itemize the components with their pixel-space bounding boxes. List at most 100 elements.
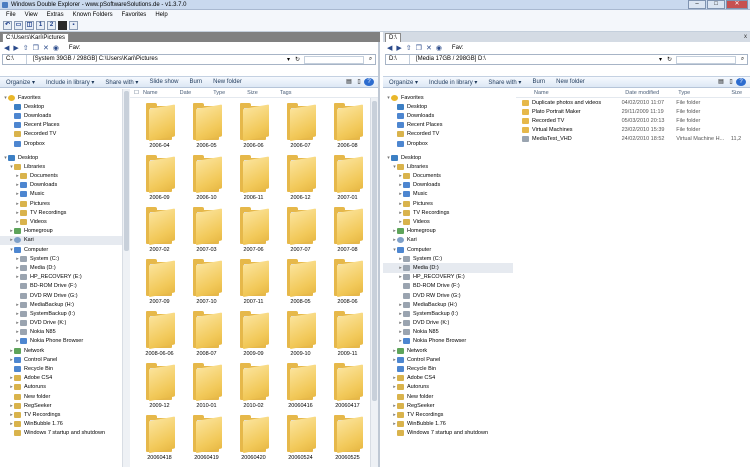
menu-view[interactable]: View [25,12,38,18]
folder-tile[interactable]: 2009-12 [136,361,183,413]
folder-tile[interactable]: 2006-08 [324,101,371,153]
nav-item-homegroup[interactable]: ▸ Homegroup [0,227,128,236]
folder-tile[interactable]: 2007-06 [230,205,277,257]
nav-item-autoruns[interactable]: ▸ Autoruns [383,383,513,392]
nav-item-dropbox[interactable]: Dropbox [0,139,128,148]
column-type[interactable]: Type [678,90,731,96]
nav-item-dvd-rw-drive-g-[interactable]: DVD RW Drive (G:) [0,291,128,300]
nav-item-tv-recordings[interactable]: ▸ TV Recordings [383,410,513,419]
folder-tile[interactable]: 2010-02 [230,361,277,413]
up-icon[interactable]: ⇧ [406,44,412,52]
nav-item-kari[interactable]: ▸ Kari [0,235,128,245]
nav-item-hp-recovery-e-[interactable]: ▸ HP_RECOVERY (E:) [0,273,128,282]
folder-tile[interactable]: 2008-05 [277,257,324,309]
organize-button[interactable]: Organize ▾ [389,79,418,86]
nav-item-windows-7-startup-and-shutdown[interactable]: Windows 7 startup and shutdown [0,429,128,438]
layout-single-icon[interactable]: ▭ [14,21,23,30]
nav-item-recycle-bin[interactable]: Recycle Bin [383,364,513,373]
refresh-icon[interactable]: ↻ [293,56,302,63]
column-date[interactable]: Date [180,90,192,96]
folder-tile[interactable]: 2006-05 [183,101,230,153]
nav-item-dvd-drive-k-[interactable]: ▸ DVD Drive (K:) [0,319,128,328]
console-icon[interactable] [58,21,67,30]
nav-item-systembackup-i-[interactable]: ▸ SystemBackup (I:) [0,309,128,318]
nav-item-libraries[interactable]: ▾ Libraries [0,162,128,171]
nav-item-downloads[interactable]: ▸ Downloads [383,181,513,190]
nav-item-nokia-n85[interactable]: ▸ Nokia N85 [383,328,513,337]
nav-item-desktop[interactable]: ▾ Desktop [383,153,513,162]
folder-tile[interactable]: 2007-03 [183,205,230,257]
pane-2-button[interactable]: 2 [47,21,56,30]
help-icon[interactable]: ? [364,78,374,86]
folder-tile[interactable]: 2008-07 [183,309,230,361]
nav-item-hp-recovery-e-[interactable]: ▸ HP_RECOVERY (E:) [383,273,513,282]
nav-item-desktop[interactable]: Desktop [0,102,128,111]
column-name[interactable]: Name [143,90,158,96]
minimize-button[interactable]: – [688,0,706,9]
nav-item-autoruns[interactable]: ▸ Autoruns [0,383,128,392]
folder-tile[interactable]: 20060420 [230,413,277,465]
share-with-button[interactable]: Share with ▾ [488,79,521,86]
nav-item-desktop[interactable]: Desktop [383,102,513,111]
nav-item-nokia-phone-browser[interactable]: ▸ Nokia Phone Browser [0,337,128,346]
folder-tile[interactable]: 2006-09 [136,153,183,205]
left-nav-scrollbar[interactable] [122,89,130,467]
folder-tile[interactable]: 2008-06 [324,257,371,309]
nav-item-media-d-[interactable]: ▸ Media (D:) [0,263,128,272]
help-icon[interactable]: ? [736,78,746,86]
views-icon[interactable]: ▤ [344,78,354,86]
column-type[interactable]: Type [213,90,225,96]
nav-item-downloads[interactable]: ▸ Downloads [0,181,128,190]
left-address-bar[interactable]: C:\ [System 39GB / 298GB] C:\Users\Kari\… [2,54,376,65]
folder-tile[interactable]: 2009-09 [230,309,277,361]
nav-item-favorites[interactable]: ▾ Favorites [383,93,513,102]
back-icon[interactable]: ◀ [4,44,9,52]
nav-item-nokia-phone-browser[interactable]: ▸ Nokia Phone Browser [383,337,513,346]
column-date-modified[interactable]: Date modified [625,90,678,96]
nav-item-bd-rom-drive-f-[interactable]: BD-ROM Drive (F:) [383,282,513,291]
nav-item-network[interactable]: ▸ Network [383,346,513,355]
nav-item-tv-recordings[interactable]: ▸ TV Recordings [0,208,128,217]
close-tab-icon[interactable]: x [744,33,747,41]
nav-item-network[interactable]: ▸ Network [0,346,128,355]
menu-favorites[interactable]: Favorites [122,12,147,18]
folder-tile[interactable]: 20060525 [324,413,371,465]
nav-item-windows-7-startup-and-shutdown[interactable]: Windows 7 startup and shutdown [383,429,513,438]
nav-item-kari[interactable]: ▸ Kari [383,236,513,245]
nav-item-downloads[interactable]: Downloads [383,111,513,120]
folder-tile[interactable]: 20060419 [183,413,230,465]
menu-file[interactable]: File [6,12,16,18]
folder-tile[interactable]: 20060524 [277,413,324,465]
drive-selector[interactable]: D:\ [386,55,410,64]
delete-icon[interactable]: ✕ [43,44,49,52]
nav-item-videos[interactable]: ▸ Videos [0,217,128,226]
nav-item-new-folder[interactable]: New folder [383,392,513,401]
favorites-label[interactable]: Fav: [69,45,81,51]
nav-item-new-folder[interactable]: New folder [0,392,128,401]
nav-item-recent-places[interactable]: Recent Places [383,121,513,130]
search-input[interactable] [676,55,736,64]
address-path[interactable]: [Media 17GB / 298GB] D:\ [410,55,656,64]
undo-icon[interactable]: ↶ [3,21,12,30]
nav-item-computer[interactable]: ▾ Computer [383,245,513,254]
nav-item-systembackup-i-[interactable]: ▸ SystemBackup (I:) [383,309,513,318]
include-in-library-button[interactable]: Include in library ▾ [46,79,94,86]
maximize-button[interactable]: □ [707,0,725,9]
nav-item-downloads[interactable]: Downloads [0,111,128,120]
folder-tile[interactable]: 2007-01 [324,153,371,205]
nav-item-tv-recordings[interactable]: ▸ TV Recordings [383,208,513,217]
folder-tile[interactable]: 20060418 [136,413,183,465]
nav-item-homegroup[interactable]: ▸ Homegroup [383,227,513,236]
burn-button[interactable]: Burn [532,79,545,85]
nav-item-recorded-tv[interactable]: Recorded TV [383,130,513,139]
nav-item-bd-rom-drive-f-[interactable]: BD-ROM Drive (F:) [0,282,128,291]
forward-icon[interactable]: ▶ [13,44,18,52]
folder-tile[interactable]: 2007-10 [183,257,230,309]
right-tab[interactable]: D:\ [385,33,401,42]
nav-item-winbubble-1-76[interactable]: ▸ WinBubble 1.76 [0,420,128,429]
folder-tile[interactable]: 2007-08 [324,205,371,257]
file-row[interactable]: Recorded TV 05/03/2010 20:13 File folder [516,116,750,125]
nav-item-winbubble-1-76[interactable]: ▸ WinBubble 1.76 [383,420,513,429]
folder-tile[interactable]: 2006-04 [136,101,183,153]
nav-item-desktop[interactable]: ▾ Desktop [0,153,128,162]
